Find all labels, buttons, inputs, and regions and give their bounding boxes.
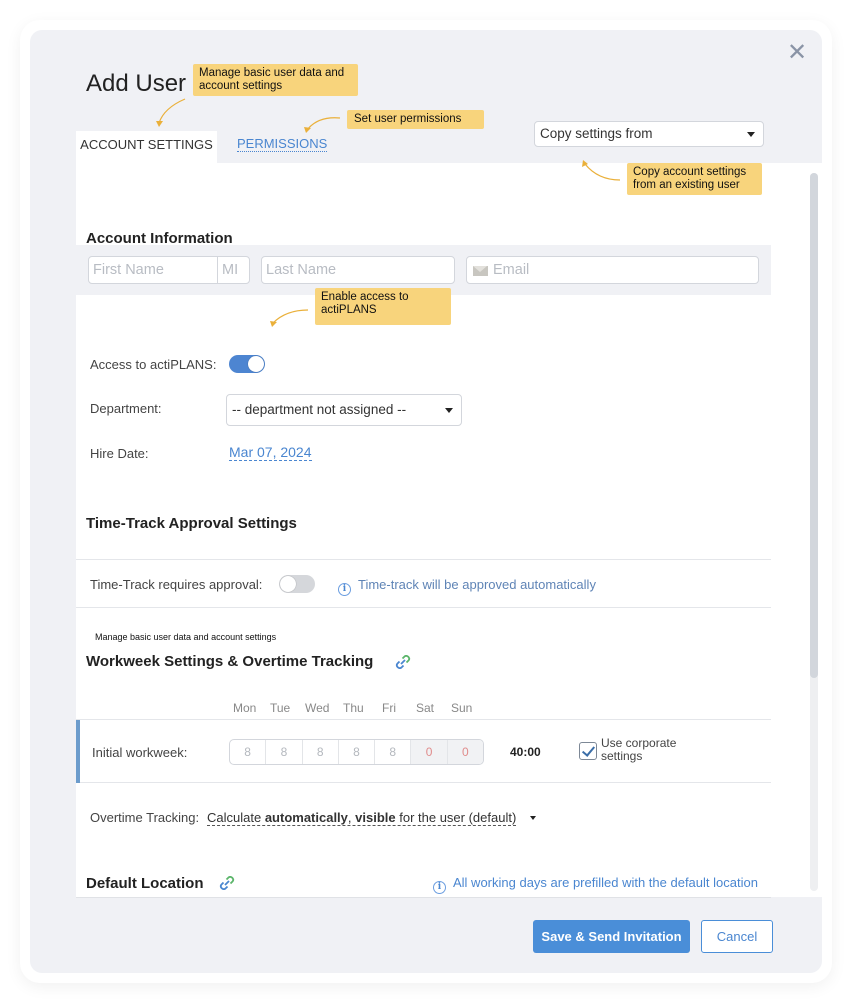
email-placeholder: Email	[493, 262, 530, 278]
use-corporate-label: Use corporate settings	[601, 736, 677, 763]
location-info: i All working days are prefilled with the…	[433, 875, 758, 894]
divider	[76, 607, 771, 608]
department-select[interactable]: -- department not assigned --	[226, 394, 462, 426]
approval-label: Time-Track requires approval:	[90, 577, 263, 592]
last-name-input[interactable]: Last Name	[261, 256, 455, 284]
department-label: Department:	[90, 401, 162, 416]
footer-divider	[76, 897, 771, 898]
row-highlight-bar	[76, 720, 80, 783]
hours-input-fri[interactable]: 8	[375, 740, 412, 764]
overtime-text-bold: automatically	[264, 810, 348, 825]
hire-date-label: Hire Date:	[90, 446, 149, 461]
section-title-location: Default Location	[86, 875, 204, 892]
use-corporate-checkbox[interactable]	[579, 742, 597, 760]
day-header-sat: Sat	[416, 701, 435, 715]
approval-toggle[interactable]	[279, 575, 315, 593]
chevron-down-icon[interactable]	[530, 816, 536, 820]
toggle-knob	[248, 356, 264, 372]
overtime-label: Overtime Tracking:	[90, 810, 200, 825]
info-icon: i	[433, 881, 446, 894]
tab-account-settings[interactable]: ACCOUNT SETTINGS	[76, 131, 217, 163]
callout-copy-settings: Copy account settings from an existing u…	[627, 163, 762, 195]
initial-workweek-label: Initial workweek:	[92, 745, 188, 760]
workweek-hours-inputs: 8 8 8 8 8 0 0	[229, 739, 484, 765]
chevron-down-icon	[747, 132, 755, 137]
workweek-total: 40:00	[510, 745, 541, 759]
info-icon: i	[338, 583, 351, 596]
link-icon[interactable]	[218, 876, 236, 890]
link-icon[interactable]	[394, 655, 412, 669]
scrollbar-thumb[interactable]	[810, 173, 818, 678]
last-name-placeholder: Last Name	[266, 262, 337, 278]
envelope-icon	[473, 266, 488, 276]
hours-input-sun[interactable]: 0	[447, 740, 483, 764]
dialog-title: Add User	[86, 70, 187, 97]
hours-input-sat[interactable]: 0	[411, 740, 448, 764]
hire-date-picker[interactable]: Mar 07, 2024	[229, 444, 312, 461]
overtime-text: Calculate	[207, 810, 265, 825]
cancel-button[interactable]: Cancel	[701, 920, 773, 953]
divider	[76, 559, 771, 560]
overtime-dropdown[interactable]: Calculate automatically, visible for the…	[207, 810, 517, 826]
hours-input-wed[interactable]: 8	[303, 740, 339, 764]
access-toggle[interactable]	[229, 355, 265, 373]
location-info-text: All working days are prefilled with the …	[453, 875, 758, 890]
field-divider	[217, 257, 218, 283]
access-label: Access to actiPLANS:	[90, 357, 217, 372]
hours-input-mon[interactable]: 8	[230, 740, 267, 764]
day-header-tue: Tue	[270, 701, 291, 715]
section-title-approval: Time-Track Approval Settings	[86, 515, 297, 532]
overtime-text-bold: visible	[355, 810, 396, 825]
save-send-invitation-button[interactable]: Save & Send Invitation	[533, 920, 690, 953]
day-header-fri: Fri	[382, 701, 396, 715]
hours-input-tue[interactable]: 8	[266, 740, 303, 764]
copy-settings-value: Copy settings from	[540, 126, 653, 141]
close-icon[interactable]: ✕	[786, 41, 808, 65]
callout-access: Enable access to actiPLANS	[315, 288, 451, 325]
department-value: -- department not assigned --	[232, 402, 407, 417]
first-name-input[interactable]: First Name	[93, 262, 164, 278]
middle-initial-input[interactable]: MI	[222, 257, 238, 283]
day-header-sun: Sun	[451, 701, 473, 715]
approval-info: i Time-track will be approved automatical…	[338, 577, 596, 596]
callout-account-settings: Manage basic user data and account setti…	[193, 64, 358, 96]
day-header-wed: Wed	[305, 701, 330, 715]
first-name-mi-group: First Name MI	[88, 256, 250, 284]
copy-settings-select[interactable]: Copy settings from	[534, 121, 764, 147]
hours-input-thu[interactable]: 8	[339, 740, 376, 764]
toggle-knob	[280, 576, 296, 592]
approval-info-text: Time-track will be approved automaticall…	[358, 577, 596, 592]
day-header-thu: Thu	[343, 701, 364, 715]
email-input[interactable]: Email	[466, 256, 759, 284]
dialog-content: Account Information First Name MI Last N…	[76, 163, 822, 897]
callout-permissions: Set user permissions	[347, 110, 484, 129]
tab-permissions[interactable]: PERMISSIONS	[237, 137, 328, 152]
overtime-text: for the user (default)	[395, 810, 517, 825]
day-header-mon: Mon	[233, 701, 257, 715]
initial-workweek-row: Initial workweek: 8 8 8 8 8 0 0 40:00 Us…	[76, 719, 771, 783]
chevron-down-icon	[445, 408, 453, 413]
section-title-workweek: Workweek Settings & Overtime Tracking	[86, 653, 374, 670]
section-note: Manage basic user data and account setti…	[95, 632, 277, 642]
